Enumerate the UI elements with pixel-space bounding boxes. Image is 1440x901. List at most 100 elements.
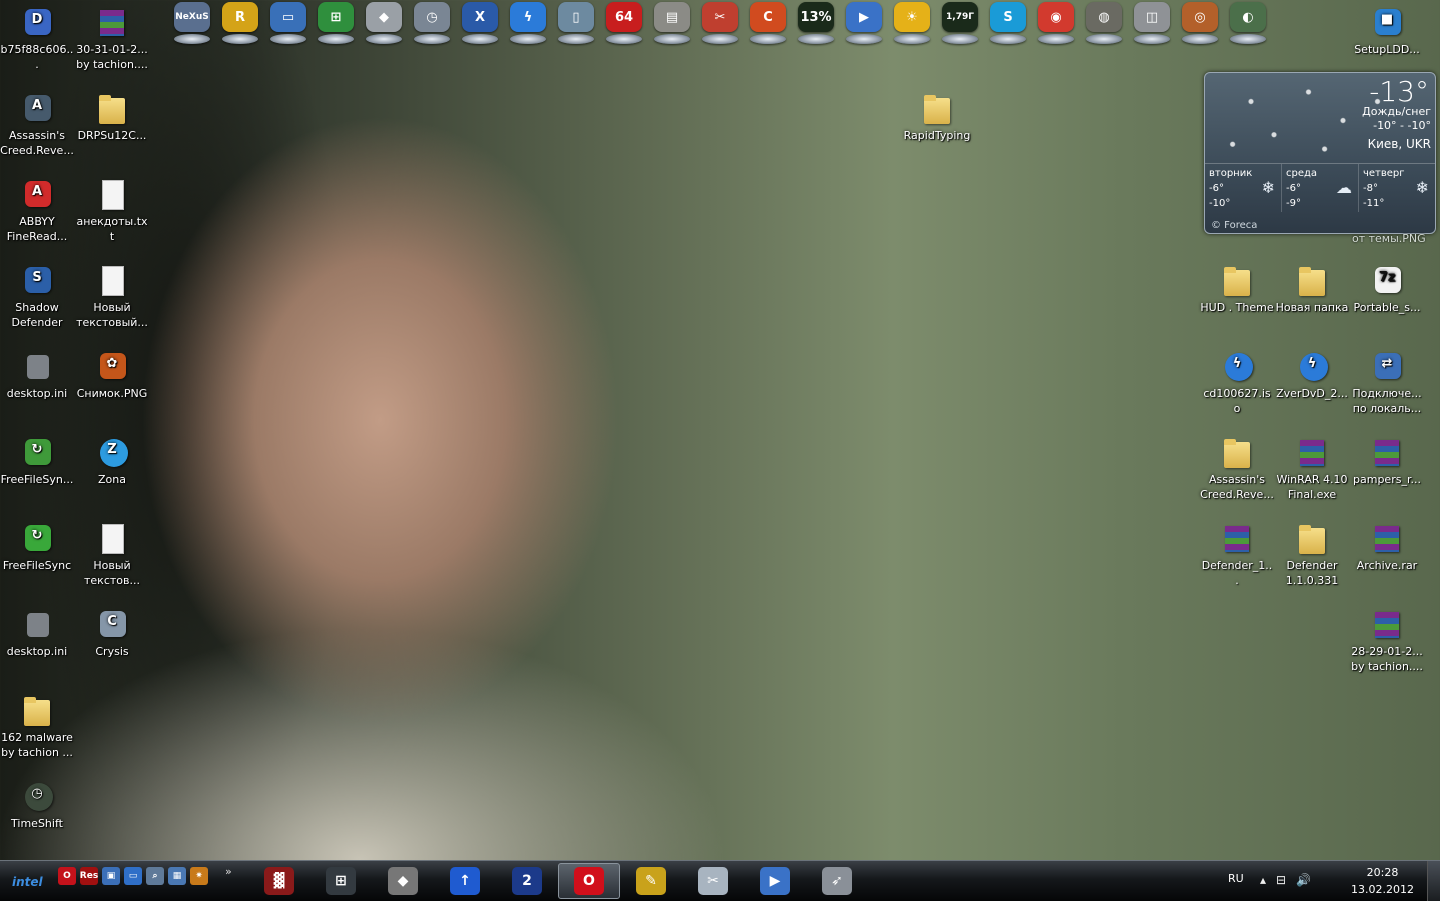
quick-launch: O Res ▣ ▭ ⌕ ▦ ✷ <box>58 867 208 885</box>
taskbar-button[interactable]: ▶ <box>744 863 806 899</box>
desktop-icon[interactable]: Новый текстов... <box>75 522 149 588</box>
dock-item[interactable]: ▯ <box>552 0 600 46</box>
desktop-icon[interactable]: 30-31-01-2... by tachion.... <box>75 6 149 72</box>
desktop-icon[interactable]: A ABBYY FineRead... <box>0 178 74 244</box>
desktop-icon[interactable]: HUD . Theme <box>1200 264 1274 315</box>
dock-item[interactable]: ⊞ <box>312 0 360 46</box>
desktop-icon[interactable]: ✿ Снимок.PNG <box>75 350 149 401</box>
dock-item[interactable]: ▭ <box>264 0 312 46</box>
dock-item[interactable]: ◍ <box>1080 0 1128 46</box>
application-icon: ↻ <box>20 522 54 556</box>
dock-item[interactable]: ◎ <box>1176 0 1224 46</box>
desktop-icon[interactable]: ↻ FreeFileSyn... <box>0 436 74 487</box>
opera-quick-icon[interactable]: O <box>58 867 76 885</box>
foobar-task-icon: ◆ <box>388 867 418 895</box>
clock[interactable]: 20:28 13.02.2012 <box>1351 864 1414 898</box>
taskbar-button[interactable]: O <box>558 863 620 899</box>
dock-item[interactable]: S <box>984 0 1032 46</box>
taskbar-button[interactable]: ▓ <box>248 863 310 899</box>
dock-item[interactable]: 13% <box>792 0 840 46</box>
desktop-icon[interactable]: Archive.rar <box>1350 522 1424 573</box>
dock-item[interactable]: X <box>456 0 504 46</box>
dock-item[interactable]: C <box>744 0 792 46</box>
dock-item[interactable]: ϟ <box>504 0 552 46</box>
dock-item[interactable]: NeXuS <box>168 0 216 46</box>
res-quick-icon[interactable]: Res <box>80 867 98 885</box>
weather-city[interactable]: Киев, UKR <box>1368 137 1431 151</box>
desktop-icon[interactable]: C Crysis <box>75 608 149 659</box>
skype-icon: S <box>990 2 1026 32</box>
desktop-icon[interactable]: Новый текстовый... <box>75 264 149 330</box>
dock-item[interactable]: ▤ <box>648 0 696 46</box>
desktop-icon[interactable]: pampers_r... <box>1350 436 1424 487</box>
window-quick-icon[interactable]: ▣ <box>102 867 120 885</box>
desktop-icon[interactable]: Новая папка <box>1275 264 1349 315</box>
dock-item[interactable]: ◷ <box>408 0 456 46</box>
quick-launch-chevron[interactable]: » <box>225 865 232 878</box>
taskbar-button[interactable]: ↑ <box>434 863 496 899</box>
desktop-icon[interactable]: Z Zona <box>75 436 149 487</box>
desktop-icon[interactable]: ⇄ Подключе... по локаль... <box>1350 350 1424 416</box>
weather-gadget[interactable]: -13° Дождь/снег -10° - -10° Киев, UKR вт… <box>1204 72 1436 234</box>
desktop-icon-label: Portable_s... <box>1353 301 1421 314</box>
sun-quick-icon[interactable]: ✷ <box>190 867 208 885</box>
pencil-task-icon: ✎ <box>636 867 666 895</box>
application-icon: A <box>20 178 54 212</box>
dock-item[interactable]: 64 <box>600 0 648 46</box>
desktop-icon[interactable]: 7z Portable_s... <box>1350 264 1424 315</box>
weather-credit[interactable]: © Foreca <box>1211 220 1257 231</box>
desktop-icon[interactable]: ↻ FreeFileSync <box>0 522 74 573</box>
desktop-icon[interactable]: Defender_1... <box>1200 522 1274 588</box>
desktop-icon[interactable]: 28-29-01-2... by tachion.... <box>1350 608 1424 674</box>
search-quick-icon[interactable]: ⌕ <box>146 867 164 885</box>
dock-item[interactable]: ◆ <box>360 0 408 46</box>
desktop-icon[interactable]: Assassin's Creed.Reve... <box>1200 436 1274 502</box>
show-desktop-button[interactable] <box>1427 861 1440 901</box>
archive-icon <box>1220 522 1254 556</box>
desktop-icon[interactable]: анекдоты.txt <box>75 178 149 244</box>
taskbar-button[interactable]: ➶ <box>806 863 868 899</box>
dock-item[interactable]: 1,79Г <box>936 0 984 46</box>
dock-item[interactable]: ◉ <box>1032 0 1080 46</box>
dock-item[interactable]: ▶ <box>840 0 888 46</box>
forecast-day-3: четверг -8° -11° ❄ <box>1363 168 1429 209</box>
desktop-icon[interactable]: Db75f88c606... <box>0 6 74 72</box>
intel-logo[interactable]: intel <box>12 875 43 889</box>
taskbar-button[interactable]: ⊞ <box>310 863 372 899</box>
desktop-icon[interactable]: 162 malware by tachion ... <box>0 694 74 760</box>
desktop-icon-label: Shadow Defender <box>11 301 63 329</box>
desktop-icon[interactable]: ϟ ZverDvD_2... <box>1275 350 1349 401</box>
desktop-icon[interactable]: WinRAR 4.10 Final.exe <box>1275 436 1349 502</box>
text-file-icon <box>95 264 129 298</box>
show-hidden-icons-icon[interactable]: ▴ <box>1260 873 1266 887</box>
desktop-icon[interactable]: ■ SetupLDD... <box>1350 6 1424 57</box>
dock-item[interactable]: ☀ <box>888 0 936 46</box>
manager-task-icon: 2 <box>512 867 542 895</box>
desktop-icon[interactable]: A Assassin's Creed.Reve... <box>0 92 74 158</box>
desktop-icon[interactable]: desktop.ini <box>0 350 74 401</box>
desktop-icon[interactable]: ◷ TimeShift <box>0 780 74 831</box>
taskbar-button[interactable]: ✂ <box>682 863 744 899</box>
language-indicator[interactable]: RU <box>1228 872 1244 885</box>
dock-item[interactable]: R <box>216 0 264 46</box>
taskbar-button[interactable]: ✎ <box>620 863 682 899</box>
network-quick-icon[interactable]: ▦ <box>168 867 186 885</box>
weather-condition: Дождь/снег <box>1362 105 1431 118</box>
desktop-icon[interactable]: RapidTyping <box>900 92 974 143</box>
dock-item[interactable]: ◫ <box>1128 0 1176 46</box>
dock-item[interactable]: ◐ <box>1224 0 1272 46</box>
dock-item[interactable]: ✂ <box>696 0 744 46</box>
desktop-icon[interactable]: DRPSu12C... <box>75 92 149 143</box>
desktop-icon[interactable]: S Shadow Defender <box>0 264 74 330</box>
taskbar-button[interactable]: ◆ <box>372 863 434 899</box>
desktop-quick-icon[interactable]: ▭ <box>124 867 142 885</box>
action-center-icon[interactable]: ⊟ <box>1276 873 1286 887</box>
volume-icon[interactable]: 🔊 <box>1296 873 1311 887</box>
opera-task-icon: O <box>574 867 604 895</box>
desktop[interactable]: NeXuS R ▭ ⊞ ◆ ◷ Xϟ ▯ 64 ▤ ✂ C 13% ▶ ☀ 1,79Г S ◉ ◍ ◫ ◎ ◐ Db75f… <box>0 0 1440 860</box>
desktop-icon[interactable]: Defender 1.1.0.331 <box>1275 522 1349 588</box>
taskbar-button[interactable]: 2 <box>496 863 558 899</box>
desktop-icon[interactable]: ϟ cd100627.iso <box>1200 350 1274 416</box>
desktop-icon[interactable]: desktop.ini <box>0 608 74 659</box>
dock-pedestal <box>1182 34 1218 44</box>
